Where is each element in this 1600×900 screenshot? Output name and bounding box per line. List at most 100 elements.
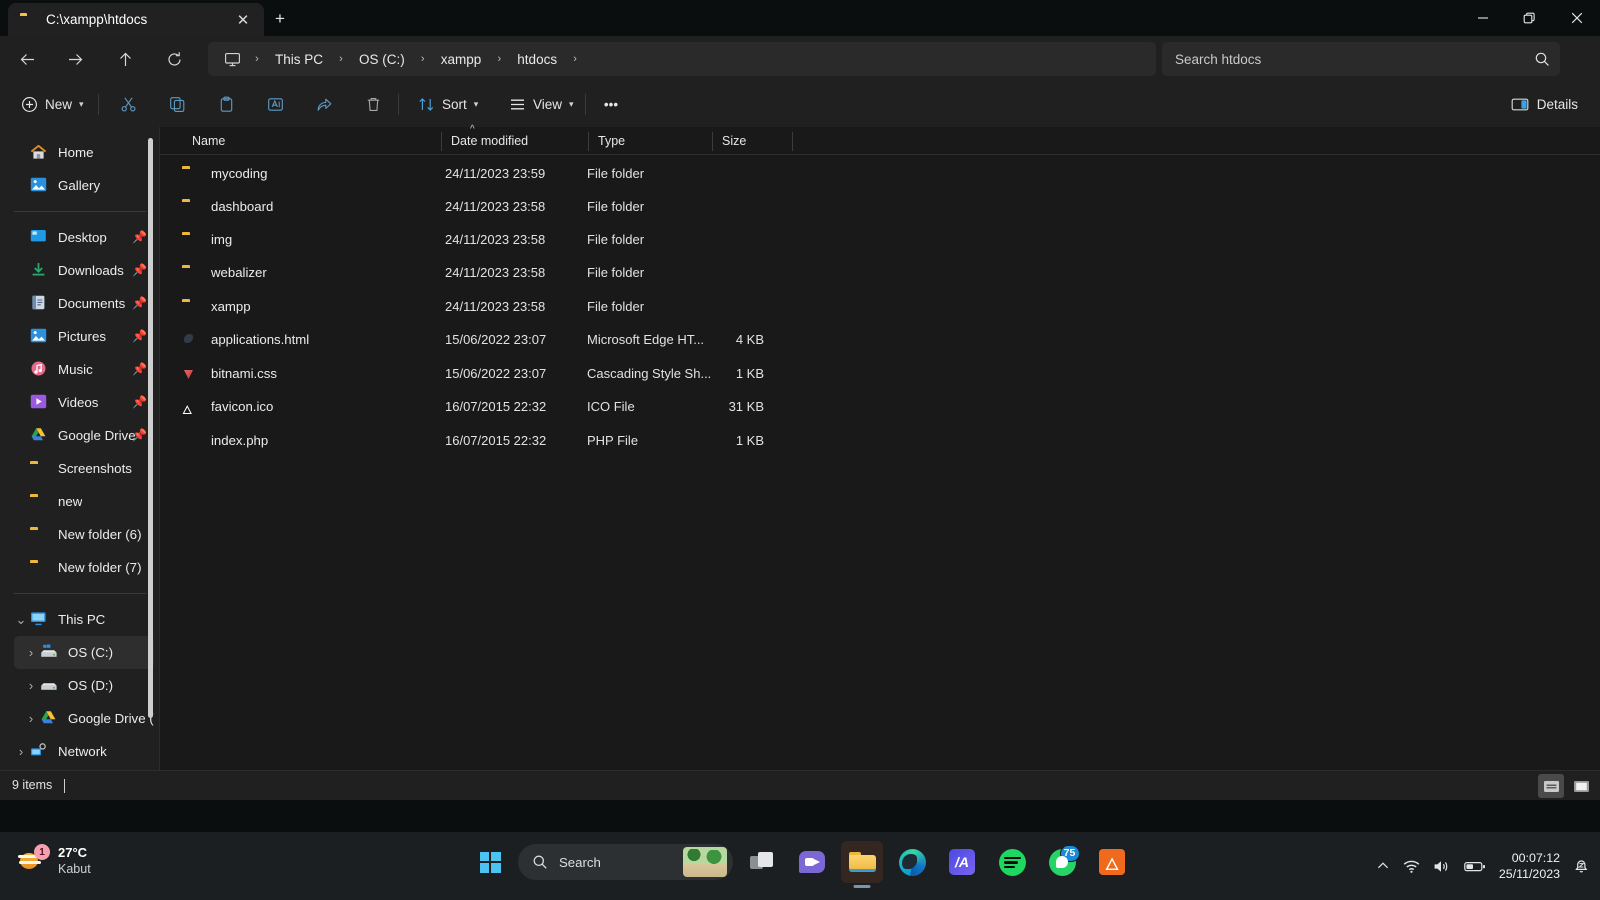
table-row[interactable]: img 24/11/2023 23:58 File folder <box>160 223 1600 256</box>
breadcrumb[interactable]: › This PC › OS (C:) › xampp › htdocs › <box>208 42 1156 76</box>
refresh-icon[interactable] <box>158 43 190 75</box>
file-name-cell[interactable]: dashboard <box>182 190 273 223</box>
taskbar-app-task-view[interactable] <box>741 841 783 883</box>
sidebar-item-os-c[interactable]: › OS (C:) <box>14 636 154 669</box>
column-divider[interactable] <box>792 132 793 151</box>
pin-icon[interactable]: 📌 <box>132 428 147 442</box>
notifications-muted-icon[interactable] <box>1573 858 1590 874</box>
file-name-cell[interactable]: index.php <box>182 424 268 457</box>
pin-icon[interactable]: 📌 <box>132 395 147 409</box>
table-row[interactable]: applications.html 15/06/2022 23:07 Micro… <box>160 323 1600 356</box>
volume-icon[interactable] <box>1433 859 1451 874</box>
sidebar-item-videos[interactable]: Videos 📌 <box>4 386 154 419</box>
taskbar-search-box[interactable]: Search <box>518 844 733 880</box>
taskbar-app-xampp[interactable] <box>1091 841 1133 883</box>
sidebar-item-os-d[interactable]: › OS (D:) <box>14 669 154 702</box>
sidebar-item-new-folder-7[interactable]: New folder (7) <box>4 551 154 584</box>
paste-icon[interactable] <box>207 88 245 121</box>
column-header-name[interactable]: Name <box>182 127 441 155</box>
taskbar-app-file-explorer[interactable] <box>841 841 883 883</box>
table-row[interactable]: dashboard 24/11/2023 23:58 File folder <box>160 190 1600 223</box>
new-tab-button[interactable]: + <box>266 6 294 32</box>
delete-icon[interactable] <box>354 88 392 121</box>
file-name-cell[interactable]: xampp <box>182 290 251 323</box>
breadcrumb-item-xampp[interactable]: xampp <box>434 48 489 71</box>
file-name-cell[interactable]: favicon.ico <box>182 390 273 423</box>
taskbar-app-chat[interactable] <box>791 841 833 883</box>
sidebar-item-network[interactable]: › Network <box>4 735 154 768</box>
sidebar-item-new-folder-6[interactable]: New folder (6) <box>4 518 154 551</box>
cut-icon[interactable] <box>109 88 147 121</box>
sidebar-item-documents[interactable]: Documents 📌 <box>4 287 154 320</box>
weather-widget[interactable]: 1 27°C Kabut <box>18 844 91 877</box>
more-options-button[interactable]: ••• <box>592 88 630 121</box>
chevron-down-icon[interactable]: ⌄ <box>12 612 30 628</box>
sidebar-item-desktop[interactable]: Desktop 📌 <box>4 221 154 254</box>
restore-icon[interactable] <box>1506 0 1553 36</box>
chevron-right-icon[interactable]: › <box>22 645 40 660</box>
sidebar-item-google-drive[interactable]: Google Drive 📌 <box>4 419 154 452</box>
clock[interactable]: 00:07:12 25/11/2023 <box>1499 850 1560 882</box>
sidebar-item-this-pc[interactable]: ⌄ This PC <box>4 603 154 636</box>
pin-icon[interactable]: 📌 <box>132 362 147 376</box>
new-button[interactable]: New ▾ <box>12 88 93 121</box>
table-row[interactable]: webalizer 24/11/2023 23:58 File folder <box>160 256 1600 289</box>
breadcrumb-item-os-c[interactable]: OS (C:) <box>352 48 412 71</box>
taskbar-app-blue-app[interactable]: /A <box>941 841 983 883</box>
pin-icon[interactable]: 📌 <box>132 230 147 244</box>
share-icon[interactable] <box>305 88 343 121</box>
file-name-cell[interactable]: img <box>182 223 232 256</box>
taskbar-app-edge[interactable] <box>891 841 933 883</box>
pin-icon[interactable]: 📌 <box>132 296 147 310</box>
sort-button[interactable]: Sort ▾ <box>409 88 487 121</box>
sidebar-item-gallery[interactable]: Gallery <box>4 169 154 202</box>
sidebar-item-new[interactable]: new <box>4 485 154 518</box>
forward-arrow-icon[interactable] <box>59 43 91 75</box>
file-name-cell[interactable]: mycoding <box>182 157 267 190</box>
pin-icon[interactable]: 📌 <box>132 263 147 277</box>
back-arrow-icon[interactable] <box>11 43 43 75</box>
search-icon[interactable] <box>1534 51 1550 67</box>
windows-start-button[interactable] <box>470 842 510 882</box>
column-header-date-modified[interactable]: Date modified <box>441 127 588 155</box>
table-row[interactable]: mycoding 24/11/2023 23:59 File folder <box>160 157 1600 190</box>
breadcrumb-item-htdocs[interactable]: htdocs <box>510 48 564 71</box>
file-name-cell[interactable]: applications.html <box>182 323 309 356</box>
breadcrumb-item-this-pc[interactable]: This PC <box>268 48 330 71</box>
sidebar-item-screenshots[interactable]: Screenshots <box>4 452 154 485</box>
table-row[interactable]: index.php 16/07/2015 22:32 PHP File 1 KB <box>160 424 1600 457</box>
large-icons-view-toggle[interactable] <box>1568 774 1594 798</box>
details-pane-button[interactable]: Details <box>1501 88 1588 121</box>
table-row[interactable]: xampp 24/11/2023 23:58 File folder <box>160 290 1600 323</box>
column-header-type[interactable]: Type <box>588 127 712 155</box>
table-row[interactable]: bitnami.css 15/06/2022 23:07 Cascading S… <box>160 357 1600 390</box>
pin-icon[interactable]: 📌 <box>132 329 147 343</box>
sidebar-item-google-drive-tree[interactable]: › Google Drive ( <box>14 702 154 735</box>
table-row[interactable]: favicon.ico 16/07/2015 22:32 ICO File 31… <box>160 390 1600 423</box>
rename-icon[interactable] <box>256 88 294 121</box>
file-name-cell[interactable]: webalizer <box>182 256 267 289</box>
this-pc-icon[interactable] <box>218 51 246 68</box>
file-name-cell[interactable]: bitnami.css <box>182 357 277 390</box>
chevron-right-icon[interactable]: › <box>12 744 30 759</box>
sidebar-item-music[interactable]: Music 📌 <box>4 353 154 386</box>
sidebar-item-pictures[interactable]: Pictures 📌 <box>4 320 154 353</box>
search-input[interactable]: Search htdocs <box>1162 42 1560 76</box>
taskbar-app-spotify[interactable] <box>991 841 1033 883</box>
taskbar-app-whatsapp[interactable]: 75 <box>1041 841 1083 883</box>
up-arrow-icon[interactable] <box>109 43 141 75</box>
close-icon[interactable]: ✕ <box>230 8 256 32</box>
chevron-right-icon[interactable]: › <box>22 678 40 693</box>
close-icon[interactable] <box>1553 0 1600 36</box>
wifi-icon[interactable] <box>1403 859 1420 874</box>
landscape-thumbnail[interactable] <box>683 847 727 877</box>
sidebar-item-home[interactable]: Home <box>4 136 154 169</box>
details-view-toggle[interactable] <box>1538 774 1564 798</box>
chevron-right-icon[interactable]: › <box>22 711 40 726</box>
minimize-icon[interactable] <box>1459 0 1506 36</box>
sidebar-item-downloads[interactable]: Downloads 📌 <box>4 254 154 287</box>
battery-icon[interactable] <box>1464 860 1486 873</box>
column-header-size[interactable]: Size <box>712 127 792 155</box>
tab-htdocs[interactable]: C:\xampp\htdocs ✕ <box>8 3 264 36</box>
sidebar-scrollbar[interactable] <box>148 138 153 718</box>
